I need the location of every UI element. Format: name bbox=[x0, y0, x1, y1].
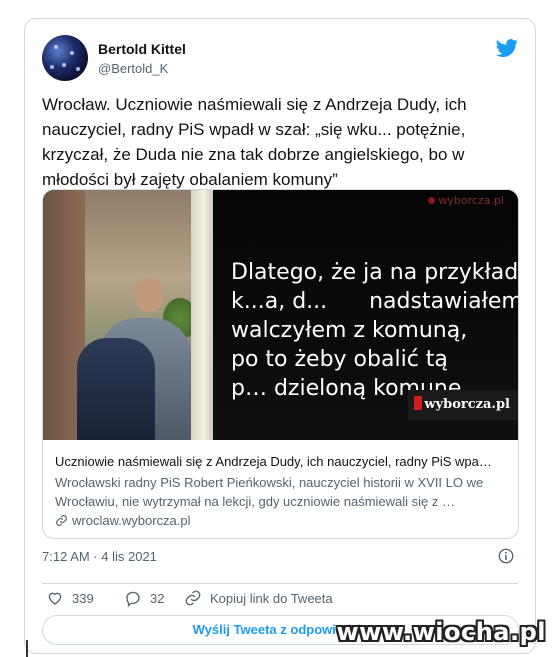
heart-icon bbox=[48, 592, 62, 605]
top-watermark: wyborcza.pl bbox=[428, 194, 504, 207]
copy-link-button[interactable]: Kopiuj link do Tweeta bbox=[184, 586, 333, 610]
author-name[interactable]: Bertold Kittel bbox=[98, 41, 186, 57]
divider bbox=[42, 583, 518, 584]
avatar[interactable] bbox=[42, 35, 88, 81]
subtitle-line-3: walczyłem z komuną, bbox=[231, 318, 468, 343]
tweet-text: Wrocław. Uczniowie naśmiewali się z Andr… bbox=[42, 95, 467, 189]
info-icon[interactable] bbox=[497, 547, 515, 565]
link-card-domain[interactable]: wroclaw.wyborcza.pl bbox=[55, 513, 191, 528]
link-card-title[interactable]: Uczniowie naśmiewali się z Andrzeja Dudy… bbox=[55, 454, 510, 469]
author-handle[interactable]: @Bertold_K bbox=[98, 61, 168, 76]
subtitle-line-2: k...a, d... nadstawiałem, bbox=[231, 289, 518, 314]
subtitle-line-4: po to żeby obalić tą bbox=[231, 347, 448, 372]
reply-action-button[interactable]: 32 bbox=[124, 586, 164, 610]
link-icon bbox=[185, 590, 201, 606]
tweet-actions: 339 32 Kopiuj link do Tweeta bbox=[42, 586, 512, 610]
reply-count: 32 bbox=[150, 590, 165, 606]
tweet-card: Bertold Kittel @Bertold_K Wrocław. Uczni… bbox=[24, 18, 536, 654]
like-button[interactable]: 339 bbox=[46, 586, 94, 610]
tweet-header: Bertold Kittel @Bertold_K bbox=[42, 35, 519, 83]
link-preview-card[interactable]: wyborcza.pl Dlatego, że ja na przykład, … bbox=[42, 189, 519, 539]
link-icon bbox=[56, 515, 67, 526]
reply-icon bbox=[126, 591, 140, 607]
like-count: 339 bbox=[72, 590, 94, 606]
twitter-bird-icon[interactable] bbox=[495, 37, 519, 59]
link-card-description: Wrocławski radny PiS Robert Pieńkowski, … bbox=[55, 475, 484, 509]
wyborcza-logo: wyborcza.pl bbox=[408, 390, 518, 420]
site-watermark: www.wiocha.pl bbox=[336, 618, 546, 646]
domain-text: wroclaw.wyborcza.pl bbox=[72, 513, 191, 528]
tweet-timestamp[interactable]: 7:12 AM · 4 lis 2021 bbox=[42, 549, 157, 564]
classroom-scene bbox=[43, 190, 199, 440]
copy-link-label: Kopiuj link do Tweeta bbox=[210, 590, 333, 606]
subtitle-line-1: Dlatego, że ja na przykład, bbox=[231, 260, 518, 285]
video-thumbnail[interactable]: wyborcza.pl Dlatego, że ja na przykład, … bbox=[43, 190, 518, 440]
